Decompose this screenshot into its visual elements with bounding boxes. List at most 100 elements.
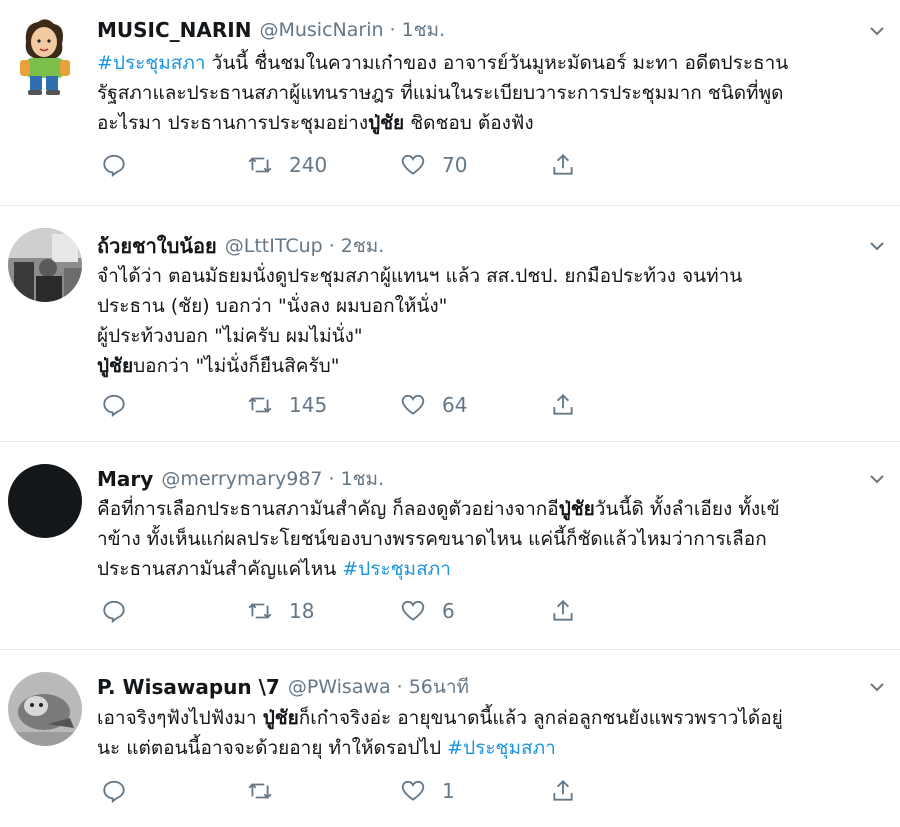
reply-icon (103, 394, 125, 418)
reply-button[interactable] (101, 150, 127, 180)
tweet-text: #ประชุมสภา วันนี้ ชื่นชมในความเก๋าของ อา… (97, 48, 880, 138)
retweet-count: 18 (289, 599, 315, 623)
tweet-text-line: จำได้ว่า ตอนมัธยมนั่งดูประชุมสภาผู้แทนฯ … (97, 261, 880, 291)
share-button[interactable] (550, 150, 576, 180)
retweet-button[interactable]: 18 (247, 596, 314, 626)
chevron-down-icon[interactable] (866, 235, 888, 257)
avatar[interactable] (8, 672, 82, 746)
text-segment: าข้าง ทั้งเห็นแก่ผลประโยชน์ของบางพรรคขนา… (97, 528, 767, 550)
reply-icon (103, 780, 125, 804)
retweet-button[interactable]: 240 (247, 150, 327, 180)
timestamp[interactable]: 1ชม. (402, 15, 446, 45)
tweet-text: เอาจริงๆฟังไปฟังมา ปู่ชัยก็เก๋าจริงอ่ะ อ… (97, 703, 880, 763)
like-button[interactable]: 70 (400, 150, 467, 180)
tweet-header: MUSIC_NARIN @MusicNarin · 1ชม. (97, 15, 860, 45)
hashtag-link[interactable]: #ประชุมสภา (97, 52, 206, 74)
tweet[interactable]: Mary @merrymary987 · 1ชม. คือที่การเลือก… (0, 442, 900, 650)
tweet-text: คือที่การเลือกประธานสภามันสำคัญ ก็ลองดูต… (97, 494, 880, 584)
text-segment: คือที่การเลือกประธานสภามันสำคัญ ก็ลองดูต… (97, 498, 559, 520)
text-segment: จำได้ว่า ตอนมัธยมนั่งดูประชุมสภาผู้แทนฯ … (97, 265, 743, 287)
tweet-header: ถ้วยชาใบน้อย @LttITCup · 2ชม. (97, 231, 860, 261)
bold-highlight: ปู่ชัย (262, 707, 299, 729)
hashtag-link[interactable]: #ประชุมสภา (447, 737, 556, 759)
display-name[interactable]: ถ้วยชาใบน้อย (97, 230, 217, 262)
tweet-text-line: รัฐสภาและประธานสภาผู้แทนราษฎร ที่แม่นในร… (97, 78, 880, 108)
tweet-text-line: าข้าง ทั้งเห็นแก่ผลประโยชน์ของบางพรรคขนา… (97, 524, 880, 554)
share-icon (553, 393, 573, 415)
display-name[interactable]: P. Wisawapun \7 (97, 675, 280, 699)
text-segment: อะไรมา ประธานการประชุมอย่าง (97, 112, 369, 134)
chevron-down-icon[interactable] (866, 676, 888, 698)
avatar[interactable] (16, 14, 74, 98)
separator-dot: · (328, 235, 335, 257)
timestamp[interactable]: 56นาที (409, 672, 469, 702)
share-button[interactable] (550, 390, 576, 420)
heart-icon (401, 780, 425, 801)
text-segment: ก็เก๋าจริงอ่ะ อายุขนาดนี้แล้ว ลูกล่อลูกช… (298, 707, 783, 729)
user-handle[interactable]: @MusicNarin (259, 19, 383, 41)
avatar[interactable] (8, 464, 82, 538)
bold-highlight: ปู่ชัย (97, 355, 134, 377)
retweet-count: 145 (289, 393, 328, 417)
reply-button[interactable] (101, 390, 127, 420)
text-segment: ผู้ประท้วงบอก "ไม่ครับ ผมไม่นั่ง" (97, 325, 363, 347)
share-icon (553, 779, 573, 801)
text-segment: ประธาน (ชัย) บอกว่า "นั่งลง ผมบอกให้นั่ง… (97, 295, 448, 317)
retweet-button[interactable] (247, 776, 289, 806)
bold-highlight: ปู่ชัย (368, 112, 405, 134)
like-count: 64 (442, 393, 468, 417)
like-button[interactable]: 1 (400, 776, 455, 806)
like-count: 70 (442, 153, 468, 177)
tweet-actions: 240 70 (97, 150, 597, 180)
share-button[interactable] (550, 596, 576, 626)
retweet-button[interactable]: 145 (247, 390, 327, 420)
timestamp[interactable]: 2ชม. (341, 231, 385, 261)
tweet-text-line: อะไรมา ประธานการประชุมอย่างปู่ชัย ชิดชอบ… (97, 108, 880, 138)
share-icon (553, 599, 573, 621)
user-handle[interactable]: @LttITCup (225, 235, 323, 257)
separator-dot: · (328, 468, 335, 490)
reply-icon (103, 154, 125, 178)
tweet-text-line: คือที่การเลือกประธานสภามันสำคัญ ก็ลองดูต… (97, 494, 880, 524)
text-segment: เอาจริงๆฟังไปฟังมา (97, 707, 263, 729)
retweet-icon (248, 157, 272, 173)
like-count: 1 (442, 779, 455, 803)
tweet-text-line: ปู่ชัยบอกว่า "ไม่นั่งก็ยืนสิครับ" (97, 351, 880, 381)
heart-icon (401, 394, 425, 415)
tweet[interactable]: MUSIC_NARIN @MusicNarin · 1ชม. #ประชุมสภ… (0, 0, 900, 206)
tweet-text-line: นะ แต่ตอนนี้อาจจะด้วยอายุ ทำให้ดรอปไป #ป… (97, 733, 880, 763)
separator-dot: · (396, 676, 403, 698)
share-button[interactable] (550, 776, 576, 806)
reply-button[interactable] (101, 596, 127, 626)
display-name[interactable]: Mary (97, 467, 153, 491)
tweet-text-line: ผู้ประท้วงบอก "ไม่ครับ ผมไม่นั่ง" (97, 321, 880, 351)
text-segment: บอกว่า "ไม่นั่งก็ยืนสิครับ" (133, 355, 340, 377)
tweet-actions: 1 (97, 776, 597, 806)
tweet-header: Mary @merrymary987 · 1ชม. (97, 464, 860, 494)
heart-icon (401, 600, 425, 621)
tweet[interactable]: ถ้วยชาใบน้อย @LttITCup · 2ชม. จำได้ว่า ต… (0, 206, 900, 442)
share-icon (553, 153, 573, 175)
reply-button[interactable] (101, 776, 127, 806)
timestamp[interactable]: 1ชม. (341, 464, 385, 494)
retweet-icon (248, 603, 272, 619)
tweet-text-line: เอาจริงๆฟังไปฟังมา ปู่ชัยก็เก๋าจริงอ่ะ อ… (97, 703, 880, 733)
tweet[interactable]: P. Wisawapun \7 @PWisawa · 56นาที เอาจริ… (0, 650, 900, 827)
like-button[interactable]: 64 (400, 390, 467, 420)
chevron-down-icon[interactable] (866, 468, 888, 490)
tweet-actions: 145 64 (97, 390, 597, 420)
retweet-count: 240 (289, 153, 328, 177)
display-name[interactable]: MUSIC_NARIN (97, 18, 251, 42)
text-segment: วันนี้ ชื่นชมในความเก๋าของ อาจารย์วันมูห… (205, 52, 789, 74)
avatar[interactable] (8, 228, 82, 302)
chevron-down-icon[interactable] (866, 20, 888, 42)
text-segment: ประธานสภามันสำคัญแค่ไหน (97, 558, 343, 580)
text-segment: นะ แต่ตอนนี้อาจจะด้วยอายุ ทำให้ดรอปไป (97, 737, 448, 759)
separator-dot: · (389, 19, 396, 41)
reply-icon (103, 600, 125, 624)
user-handle[interactable]: @merrymary987 (161, 468, 322, 490)
hashtag-link[interactable]: #ประชุมสภา (342, 558, 451, 580)
tweet-feed: MUSIC_NARIN @MusicNarin · 1ชม. #ประชุมสภ… (0, 0, 900, 827)
user-handle[interactable]: @PWisawa (288, 676, 391, 698)
like-button[interactable]: 6 (400, 596, 455, 626)
